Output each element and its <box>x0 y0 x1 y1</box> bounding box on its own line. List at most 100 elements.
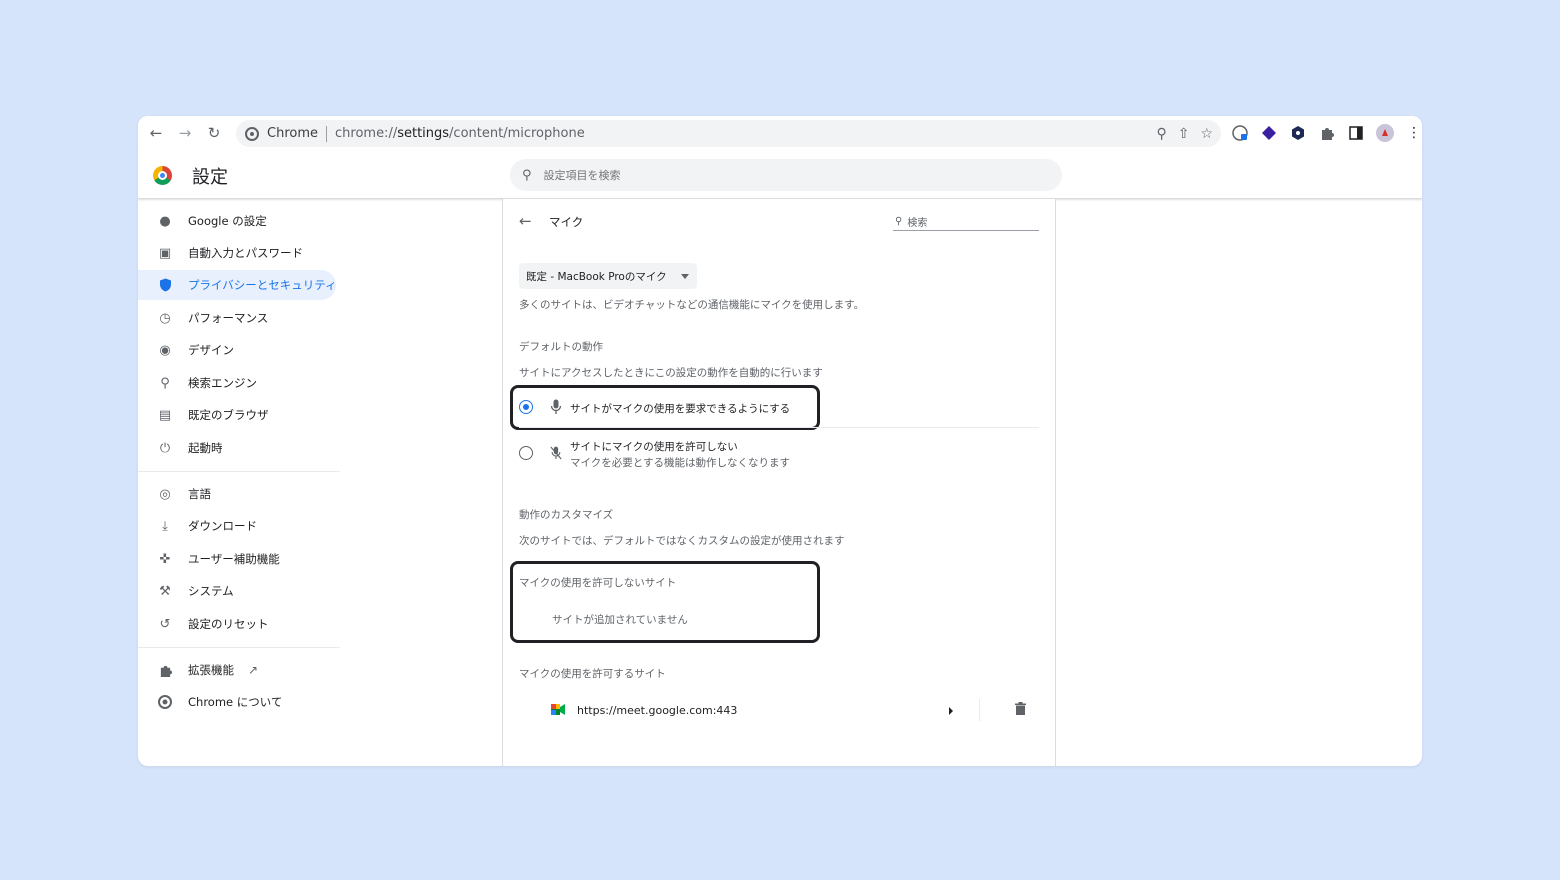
sidebar-item-extensions[interactable]: 拡張機能 ↗ <box>138 655 336 685</box>
url-host: settings <box>397 126 450 141</box>
sidebar-divider <box>138 471 340 472</box>
sidebar-item-label: 検索エンジン <box>188 376 257 390</box>
subpage-search-label: 検索 <box>907 218 928 229</box>
sidebar-item-search-engine[interactable]: ⚲ 検索エンジン <box>138 368 336 398</box>
wrench-icon: ⚒ <box>159 583 171 599</box>
sidebar-item-label: パフォーマンス <box>188 311 269 325</box>
omnibox-divider <box>326 125 327 142</box>
settings-search[interactable]: ⚲ <box>510 159 1062 191</box>
puzzle-extensions-icon[interactable] <box>1317 123 1337 143</box>
page-title: 設定 <box>192 167 228 188</box>
power-icon: ⏻ <box>159 440 171 456</box>
url-path: /content/microphone <box>449 126 585 141</box>
reload-icon[interactable]: ↻ <box>202 121 226 145</box>
password-extension-icon[interactable] <box>1230 123 1250 143</box>
sidebar-item-privacy[interactable]: プライバシーとセキュリティ <box>138 270 337 300</box>
expand-arrow-icon[interactable] <box>949 707 953 715</box>
sidebar-item-accessibility[interactable]: ✜ ユーザー補助機能 <box>138 544 336 574</box>
sidebar-item-reset[interactable]: ↺ 設定のリセット <box>138 609 336 639</box>
search-icon: ⚲ <box>522 167 532 183</box>
settings-sidebar: ● Google の設定 ▣ 自動入力とパスワード プライバシーとセキュリティ … <box>138 199 348 766</box>
browser-window: ← → ↻ Chrome chrome://settings/content/m… <box>138 116 1422 766</box>
customize-subheading: 次のサイトでは、デフォルトではなくカスタムの設定が使用されます <box>519 535 845 547</box>
puzzle-icon <box>157 662 173 678</box>
sidebar-item-downloads[interactable]: ⤓ ダウンロード <box>138 511 336 541</box>
palette-icon: ◉ <box>159 342 171 358</box>
person-icon: ● <box>159 213 171 229</box>
chrome-icon <box>157 694 173 710</box>
cube-extension-icon[interactable] <box>1259 123 1279 143</box>
block-option-label: サイトにマイクの使用を許可しない <box>570 441 738 453</box>
allowed-sites-heading: マイクの使用を許可するサイト <box>519 668 666 680</box>
sidebar-item-label: デザイン <box>188 343 234 357</box>
microphone-description: 多くのサイトは、ビデオチャットなどの通信機能にマイクを使用します。 <box>519 299 865 311</box>
subpage-search[interactable]: ⚲ 検索 <box>893 213 1039 231</box>
forward-arrow-icon[interactable]: → <box>173 121 197 145</box>
sidebar-item-autofill[interactable]: ▣ 自動入力とパスワード <box>138 238 336 268</box>
clipboard-icon: ▣ <box>158 245 172 261</box>
omnibox-actions: ⚲ ⇧ ☆ <box>1156 120 1213 147</box>
allowed-site-url: https://meet.google.com:443 <box>577 704 738 717</box>
back-arrow-icon[interactable]: ← <box>519 212 532 230</box>
sidebar-item-label: プライバシーとセキュリティ <box>188 278 337 292</box>
sidebar-item-label: 拡張機能 <box>188 663 234 677</box>
sidebar-item-system[interactable]: ⚒ システム <box>138 576 336 606</box>
history-icon: ↺ <box>159 616 171 632</box>
sidebar-item-about-chrome[interactable]: Chrome について <box>138 687 336 717</box>
speedometer-icon: ◷ <box>159 310 171 326</box>
sidebar-item-label: 既定のブラウザ <box>188 408 269 422</box>
hexagon-extension-icon[interactable] <box>1288 123 1308 143</box>
sidebar-item-on-startup[interactable]: ⏻ 起動時 <box>138 433 336 463</box>
block-option-sublabel: マイクを必要とする機能は動作しなくなります <box>570 457 790 469</box>
address-bar[interactable]: Chrome chrome://settings/content/microph… <box>236 120 1221 147</box>
sidebar-item-label: ユーザー補助機能 <box>188 552 280 566</box>
google-meet-icon <box>551 704 565 715</box>
share-icon[interactable]: ⇧ <box>1178 126 1190 142</box>
sidebar-item-performance[interactable]: ◷ パフォーマンス <box>138 303 336 333</box>
settings-search-input[interactable] <box>543 168 944 182</box>
accessibility-icon: ✜ <box>159 551 171 567</box>
url-prefix: chrome:// <box>335 126 398 141</box>
highlight-box-allow <box>510 385 820 430</box>
extension-icons: ⋮ <box>1230 123 1422 143</box>
customize-heading: 動作のカスタマイズ <box>519 509 614 521</box>
sidebar-item-label: Google の設定 <box>188 214 267 228</box>
side-panel-icon[interactable] <box>1346 123 1366 143</box>
more-menu-icon[interactable]: ⋮ <box>1404 123 1422 143</box>
subpage-title: マイク <box>549 215 584 229</box>
row-divider <box>979 699 980 721</box>
back-arrow-icon[interactable]: ← <box>144 121 168 145</box>
sidebar-item-appearance[interactable]: ◉ デザイン <box>138 335 336 365</box>
option-divider <box>519 427 1039 428</box>
shield-icon <box>157 277 173 293</box>
default-behavior-subheading: サイトにアクセスしたときにこの設定の動作を自動的に行います <box>519 367 823 379</box>
highlight-box-blocked <box>510 561 820 643</box>
sidebar-item-default-browser[interactable]: ▤ 既定のブラウザ <box>138 400 336 430</box>
allowed-site-row[interactable]: https://meet.google.com:443 <box>519 693 1039 727</box>
sidebar-item-google[interactable]: ● Google の設定 <box>138 206 336 236</box>
default-behavior-heading: デフォルトの動作 <box>519 341 603 353</box>
sidebar-divider <box>138 647 340 648</box>
microphone-device-select[interactable]: 既定 - MacBook Proのマイク <box>519 263 697 289</box>
delete-trash-icon[interactable] <box>1015 702 1026 719</box>
sidebar-item-label: 言語 <box>188 487 211 501</box>
microphone-off-icon <box>550 446 562 460</box>
profile-avatar[interactable] <box>1375 123 1395 143</box>
sidebar-item-label: 起動時 <box>188 441 223 455</box>
zoom-icon[interactable]: ⚲ <box>1156 126 1166 142</box>
sidebar-item-languages[interactable]: ◎ 言語 <box>138 479 336 509</box>
sidebar-item-label: Chrome について <box>188 695 283 709</box>
chrome-logo-icon <box>153 166 172 185</box>
download-icon: ⤓ <box>162 518 168 534</box>
omnibox-site-name: Chrome <box>267 126 318 141</box>
bookmark-star-icon[interactable]: ☆ <box>1200 126 1213 142</box>
search-icon: ⚲ <box>895 216 903 227</box>
settings-header: 設定 ⚲ <box>138 151 1422 199</box>
microphone-settings-panel: ← マイク ⚲ 検索 既定 - MacBook Proのマイク 多くのサイトは、… <box>502 199 1056 766</box>
sidebar-item-label: ダウンロード <box>188 519 257 533</box>
browser-window-icon: ▤ <box>158 407 172 423</box>
chrome-site-icon <box>245 126 259 141</box>
globe-icon: ◎ <box>159 486 171 502</box>
browser-toolbar: ← → ↻ Chrome chrome://settings/content/m… <box>138 116 1422 151</box>
block-radio[interactable] <box>519 446 533 460</box>
